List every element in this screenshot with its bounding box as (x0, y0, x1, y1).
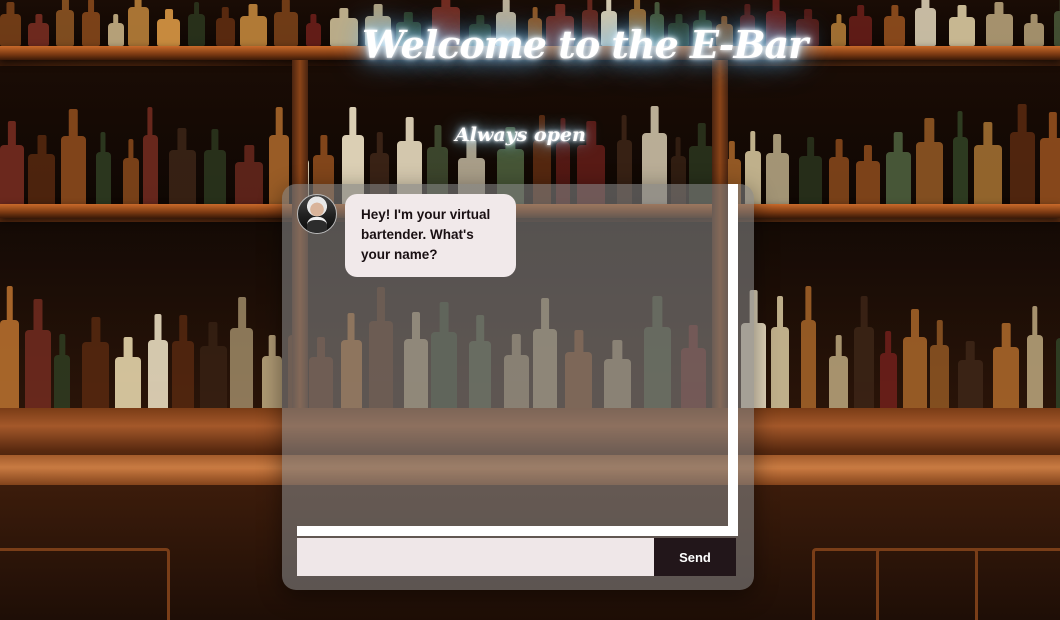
chat-input-row: Send (297, 538, 736, 576)
shelf-bottle (215, 17, 235, 46)
message-list[interactable]: Hey! I'm your virtual bartender. What's … (297, 184, 738, 536)
shelf-bottle (107, 23, 125, 46)
shelf-bottle (82, 11, 100, 46)
shelf-bottle (28, 22, 50, 46)
shelf-bottle (142, 134, 158, 206)
shelf-bottle (24, 329, 52, 410)
message-row: Hey! I'm your virtual bartender. What's … (297, 194, 516, 277)
shelf-bottle (95, 152, 111, 206)
shelf-bottle (799, 155, 822, 206)
shelf-bottle (854, 327, 875, 410)
shelf-bottle (28, 154, 55, 206)
shelf-bottle (953, 136, 968, 206)
shelf-bottle (0, 320, 20, 410)
shelf-bottle (766, 153, 789, 206)
neon-welcome-sign: Welcome to the E-Bar (362, 22, 808, 67)
shelf-bottle (60, 135, 86, 206)
shelf-bottle (1026, 334, 1043, 410)
shelf-bottle (157, 18, 181, 46)
shelf-bottle (235, 161, 263, 206)
shelf-bottle (915, 141, 944, 206)
shelf-bottle (0, 144, 25, 206)
shelf-bottle (230, 328, 254, 410)
shelf-bottle (974, 145, 1002, 206)
shelf-bottle (305, 23, 321, 46)
chat-widget: Hey! I'm your virtual bartender. What's … (282, 184, 754, 590)
shelf-bottle (1023, 22, 1045, 46)
bot-message-bubble: Hey! I'm your virtual bartender. What's … (345, 194, 516, 277)
shelf-bottle (262, 355, 282, 410)
shelf-bottle (240, 15, 267, 46)
shelf-bottle (800, 319, 817, 410)
shelf-bottle (771, 327, 790, 410)
shelf-bottle (199, 346, 227, 410)
neon-always-open-sign: Always open (455, 124, 586, 146)
shelf-bottle (115, 357, 141, 410)
shelf-bottle (993, 347, 1019, 410)
shelf-bottle (147, 340, 169, 410)
shelf-bottle (828, 157, 849, 206)
shelf-bottle (1053, 10, 1060, 46)
chat-input[interactable] (297, 538, 654, 576)
shelf-bottle (123, 157, 139, 206)
shelf-bottle (849, 16, 872, 46)
shelf-bottle (1055, 337, 1060, 410)
shelf-bottle (879, 352, 897, 410)
shelf-bottle (168, 149, 196, 206)
shelf-bottle (831, 22, 847, 46)
shelf-bottle (1009, 132, 1036, 206)
shelf-bottle (957, 359, 983, 410)
shelf-bottle (948, 16, 975, 46)
shelf-bottle (1040, 137, 1060, 206)
shelf-bottle (985, 14, 1013, 46)
shelf-bottle (128, 6, 149, 46)
shelf-bottle (885, 152, 911, 206)
shelf-bottle (54, 354, 71, 410)
shelf-bottle (82, 342, 110, 410)
shelf-bottle (883, 16, 906, 46)
shelf-bottle (914, 7, 936, 46)
shelf-bottle (330, 18, 358, 46)
bartender-avatar (297, 194, 337, 234)
shelf-bottle (0, 13, 21, 46)
send-button[interactable]: Send (654, 538, 736, 576)
shelf-bottle (273, 12, 299, 46)
shelf-bottle (204, 150, 226, 206)
shelf-bottle (187, 14, 206, 46)
shelf-bottle (56, 9, 75, 46)
shelf-bottle (828, 355, 849, 410)
shelf-bottle (855, 161, 880, 206)
shelf-bottle (930, 344, 949, 410)
shelf-bottle (902, 336, 927, 410)
shelf-bottle (172, 341, 195, 410)
